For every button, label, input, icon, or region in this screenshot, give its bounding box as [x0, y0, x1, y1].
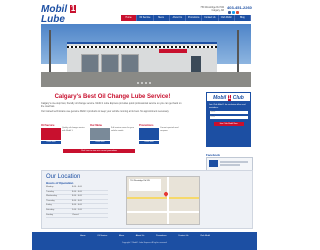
nav-item-promotions[interactable]: Promotions — [186, 15, 203, 21]
hours-day: Monday — [46, 186, 54, 188]
hours-day: Friday — [46, 204, 52, 207]
feed-line — [220, 161, 248, 163]
twitter-icon[interactable] — [232, 11, 235, 14]
location-map[interactable]: 750 Westridge Rd SW — [126, 176, 200, 225]
club-signup: Mobil 1 Club Join Club Mobil 1 for exclu… — [206, 92, 251, 147]
learn-more-button[interactable]: Learn More — [41, 141, 61, 144]
location-section: Our Location Hours of Operation Monday 8:… — [41, 170, 253, 229]
intro-paragraph: Calgary's one-stop fast, friendly oil ch… — [41, 102, 182, 109]
hours-day: Sunday — [46, 213, 54, 216]
intro-paragraph: Our trained technicians use genuine Mobi… — [41, 109, 170, 113]
hours-time: 8:00 - 6:00 — [72, 204, 82, 207]
checkered-stripe — [67, 46, 217, 48]
header-phone[interactable]: 403-451-2260 — [227, 6, 252, 10]
nav-item-home[interactable]: Home — [121, 15, 138, 21]
card-text: Quality oil change service with Mobil 1. — [62, 127, 85, 132]
hours-day: Tuesday — [46, 190, 54, 193]
promotions-cta-button[interactable]: Click here to view our current promotion… — [63, 149, 135, 153]
feature-card: Our Menu Full service menu for your vehi… — [90, 124, 135, 144]
hours-time: Closed — [72, 213, 79, 216]
light-pole — [237, 30, 239, 72]
hours-table: Monday 8:00 - 6:00 Tuesday 8:00 - 6:00 Wed… — [46, 186, 108, 219]
footer-link[interactable]: Oil Service — [97, 235, 107, 238]
hours-row: Sunday Closed — [46, 214, 108, 219]
footer-link[interactable]: Club Mobil — [200, 235, 210, 238]
footer-link[interactable]: Menu — [119, 235, 124, 238]
logo-number: 1 — [69, 4, 77, 13]
building-door — [191, 56, 201, 72]
nav-item-about[interactable]: About Us — [169, 15, 186, 21]
nav-item-oil-service[interactable]: Oil Service — [137, 15, 154, 21]
light-pole — [49, 30, 51, 72]
copyright-text: Copyright © Mobil 1 Lube Express. All ri… — [121, 242, 168, 244]
footer-link[interactable]: Contact Us — [178, 235, 188, 238]
feed-line — [220, 164, 240, 166]
hours-title: Hours of Operation — [46, 181, 74, 185]
feature-card: Oil Service Quality oil change service w… — [41, 124, 86, 144]
site-footer: Home Oil Service Menu About Us Promotion… — [32, 232, 257, 250]
facebook-icon[interactable] — [228, 11, 231, 14]
feature-card: Promotions Current specials and coupons.… — [139, 124, 184, 144]
card-image — [41, 128, 61, 140]
nav-item-menu[interactable]: Menu — [153, 15, 170, 21]
location-heading: Our Location — [46, 174, 81, 180]
page-avatar — [209, 160, 218, 167]
hours-day: Thursday — [46, 199, 55, 202]
card-text: Full service menu for your vehicle needs… — [111, 127, 135, 132]
footer-nav: Home Oil Service Menu About Us Promotion… — [80, 235, 210, 238]
club-logo: Mobil 1 Club — [206, 92, 251, 102]
map-road — [127, 197, 199, 199]
hours-time: 8:00 - 6:00 — [72, 186, 82, 188]
hours-time: 8:00 - 6:00 — [72, 199, 82, 202]
header-address: 750 Westridge Rd SW Calgary, AB — [200, 6, 224, 12]
footer-link[interactable]: About Us — [136, 235, 145, 238]
page: Mobil 1 Lube Express 750 Westridge Rd SW… — [32, 0, 257, 250]
card-image — [139, 128, 159, 140]
map-info-window: 750 Westridge Rd SW — [129, 179, 161, 191]
service-bay — [81, 54, 99, 74]
service-bay — [101, 54, 119, 74]
hero-slider[interactable] — [41, 24, 251, 87]
nav-item-contact[interactable]: Contact Us — [202, 15, 219, 21]
learn-more-button[interactable]: Learn More — [90, 141, 110, 144]
card-text: Current specials and coupons. — [160, 127, 179, 132]
hours-time: 8:00 - 6:00 — [72, 190, 82, 193]
learn-more-button[interactable]: Learn More — [139, 141, 159, 144]
hours-day: Wednesday — [46, 195, 57, 198]
card-image — [90, 128, 110, 140]
parking-lot — [41, 72, 251, 87]
main-nav: Home Oil Service Menu About Us Promotion… — [121, 15, 251, 21]
club-text: Join Club Mobil 1 for exclusive offers a… — [209, 104, 246, 109]
email-field[interactable]: Email — [209, 115, 248, 120]
googleplus-icon[interactable] — [236, 11, 239, 14]
building-sign — [159, 49, 187, 53]
join-club-button[interactable]: Join Club Mobil Now — [213, 122, 244, 127]
hours-time: 8:00 - 6:00 — [72, 195, 82, 198]
footer-link[interactable]: Home — [80, 235, 86, 238]
map-road — [127, 211, 199, 213]
nav-item-blog[interactable]: Blog — [234, 15, 251, 21]
feature-cards: Oil Service Quality oil change service w… — [41, 124, 184, 144]
page-title: Calgary's Best Oil Change Lube Service! — [54, 94, 171, 100]
club-logo-word: Mobil — [213, 95, 227, 101]
slider-dots[interactable] — [137, 82, 151, 84]
social-links — [228, 11, 239, 14]
club-logo-club: Club — [232, 95, 244, 101]
footer-link[interactable]: Promotions — [156, 235, 167, 238]
name-field[interactable]: Name — [209, 110, 248, 115]
club-logo-number: 1 — [227, 95, 232, 101]
service-bay — [121, 54, 139, 74]
map-road — [167, 177, 169, 224]
hours-day: Saturday — [46, 208, 55, 211]
sidebar: Mobil 1 Club Join Club Mobil 1 for exclu… — [206, 92, 253, 181]
main-content: Calgary's Best Oil Change Lube Service! … — [41, 90, 184, 153]
hours-time: 9:00 - 5:00 — [72, 208, 82, 211]
nav-item-club[interactable]: Club Mobil — [218, 15, 235, 21]
